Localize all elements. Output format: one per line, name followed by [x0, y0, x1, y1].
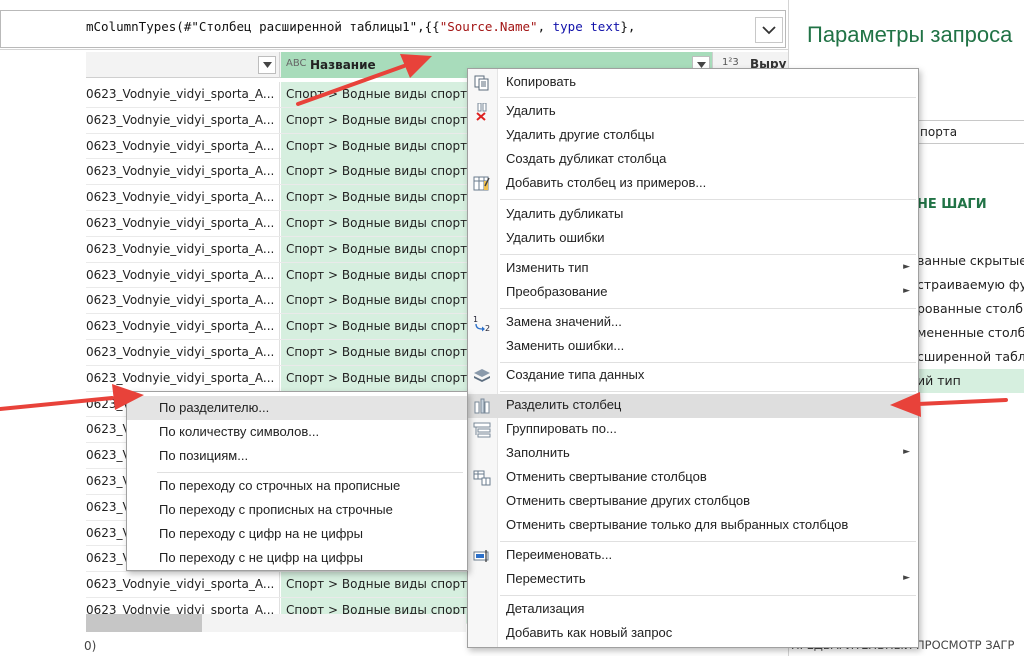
menu-separator	[157, 472, 463, 473]
menu-item-add-as-new-query[interactable]: Добавить как новый запрос	[468, 622, 918, 646]
menu-item-remove-duplicates[interactable]: Удалить дубликаты	[468, 203, 918, 227]
menu-item-copy[interactable]: Копировать	[468, 71, 918, 95]
menu-item-replace-values[interactable]: 12 Замена значений...	[468, 311, 918, 335]
menu-item-delete[interactable]: Удалить	[468, 100, 918, 124]
applied-steps-title: НЕ ШАГИ	[917, 197, 987, 212]
column-header-label: Название	[310, 58, 376, 72]
menu-item-transform[interactable]: Преобразование ►	[468, 281, 918, 305]
cell-source-name[interactable]: 0623_Vodnyie_vidyi_sporta_A...	[86, 572, 280, 598]
column-header-source-name[interactable]	[86, 52, 280, 78]
cell-source-name[interactable]: 0623_Vodnyie_vidyi_sporta_A...	[86, 82, 280, 107]
submenu-arrow-icon: ►	[903, 447, 910, 457]
applied-step-selected[interactable]: ий тип	[917, 369, 1024, 393]
submenu-item-non-digit-to-digit[interactable]: По переходу с не цифр на цифры	[127, 546, 467, 570]
menu-item-create-data-type[interactable]: Создание типа данных	[468, 364, 918, 388]
applied-step[interactable]: сширенной табл	[917, 345, 1024, 369]
menu-item-change-type[interactable]: Изменить тип ►	[468, 257, 918, 281]
cell-source-name[interactable]: 0623_Vodnyie_vidyi_sporta_A...	[86, 236, 280, 262]
menu-item-column-from-examples[interactable]: Добавить столбец из примеров...	[468, 172, 918, 196]
menu-item-fill[interactable]: Заполнить ►	[468, 442, 918, 466]
submenu-item-lower-to-upper[interactable]: По переходу со строчных на прописные	[127, 474, 467, 498]
number-type-icon[interactable]: 1²3	[722, 57, 739, 68]
data-type-icon	[472, 367, 492, 385]
unpivot-icon	[472, 469, 492, 487]
formula-text[interactable]: mColumnTypes(#"Столбец расширенной табли…	[86, 19, 635, 34]
svg-text:2: 2	[485, 324, 490, 332]
svg-text:1: 1	[473, 315, 478, 324]
cell-source-name[interactable]: 0623_Vodnyie_vidyi_sporta_A...	[86, 210, 280, 236]
menu-separator	[500, 541, 916, 542]
chevron-down-icon	[762, 26, 776, 35]
cell-source-name[interactable]: 0623_Vodnyie_vidyi_sporta_A...	[86, 339, 280, 365]
menu-item-remove-other-columns[interactable]: Удалить другие столбцы	[468, 124, 918, 148]
menu-item-unpivot-only-selected[interactable]: Отменить свертывание только для выбранны…	[468, 514, 918, 538]
menu-item-unpivot-other-columns[interactable]: Отменить свертывание других столбцов	[468, 490, 918, 514]
menu-item-split-column[interactable]: Разделить столбец	[468, 394, 918, 418]
menu-separator	[500, 199, 916, 200]
menu-separator	[500, 595, 916, 596]
submenu-item-by-positions[interactable]: По позициям...	[127, 444, 467, 468]
column-context-menu: Копировать Удалить Удалить другие столбц…	[467, 68, 919, 648]
menu-separator	[500, 391, 916, 392]
menu-item-group-by[interactable]: Группировать по...	[468, 418, 918, 442]
applied-step[interactable]: ванные скрытые	[917, 249, 1024, 273]
status-text: 0)	[84, 639, 97, 653]
cell-source-name[interactable]: 0623_Vodnyie_vidyi_sporta_A...	[86, 288, 280, 314]
menu-item-remove-errors[interactable]: Удалить ошибки	[468, 227, 918, 251]
menu-separator	[500, 308, 916, 309]
applied-step[interactable]: мененные столбц	[917, 321, 1024, 345]
column-filter-button[interactable]	[258, 56, 276, 74]
menu-item-replace-errors[interactable]: Заменить ошибки...	[468, 335, 918, 359]
applied-step[interactable]: страиваемую фу	[917, 273, 1024, 297]
submenu-item-by-delimiter[interactable]: По разделителю...	[127, 396, 467, 420]
column-from-examples-icon	[472, 175, 492, 193]
pane-title: Параметры запроса	[807, 22, 1013, 47]
menu-item-unpivot-columns[interactable]: Отменить свертывание столбцов	[468, 466, 918, 490]
menu-item-duplicate-column[interactable]: Создать дубликат столбца	[468, 148, 918, 172]
text-type-icon[interactable]: ABC	[286, 58, 307, 69]
query-name-field[interactable]: порта	[917, 120, 1024, 144]
formula-bar: mColumnTypes(#"Столбец расширенной табли…	[0, 0, 788, 50]
submenu-item-by-number-of-characters[interactable]: По количеству символов...	[127, 420, 467, 444]
cell-source-name[interactable]: 0623_Vodnyie_vidyi_sporta_A...	[86, 365, 280, 391]
cell-source-name[interactable]: 0623_Vodnyie_vidyi_sporta_A...	[86, 314, 280, 340]
menu-item-drill-down[interactable]: Детализация	[468, 598, 918, 622]
split-column-icon	[472, 397, 492, 415]
delete-column-icon	[472, 103, 492, 121]
replace-values-icon: 12	[472, 314, 492, 332]
submenu-arrow-icon: ►	[903, 573, 910, 583]
submenu-arrow-icon: ►	[903, 262, 910, 272]
menu-separator	[500, 254, 916, 255]
filter-dropdown-icon	[262, 62, 272, 68]
group-by-icon	[472, 421, 492, 439]
expand-formula-button[interactable]	[755, 17, 783, 43]
cell-source-name[interactable]: 0623_Vodnyie_vidyi_sporta_A...	[86, 185, 280, 211]
submenu-item-digit-to-non-digit[interactable]: По переходу с цифр на не цифры	[127, 522, 467, 546]
copy-icon	[472, 74, 492, 92]
cell-source-name[interactable]: 0623_Vodnyie_vidyi_sporta_A...	[86, 133, 280, 159]
rename-icon	[472, 547, 492, 565]
applied-step[interactable]: рованные столбц	[917, 297, 1024, 321]
menu-separator	[500, 97, 916, 98]
scrollbar-thumb[interactable]	[86, 614, 202, 632]
menu-item-move[interactable]: Переместить ►	[468, 568, 918, 592]
menu-separator	[500, 362, 916, 363]
submenu-arrow-icon: ►	[903, 286, 910, 296]
cell-source-name[interactable]: 0623_Vodnyie_vidyi_sporta_A...	[86, 107, 280, 133]
menu-item-rename[interactable]: Переименовать...	[468, 544, 918, 568]
split-column-submenu: По разделителю... По количеству символов…	[126, 391, 468, 571]
cell-source-name[interactable]: 0623_Vodnyie_vidyi_sporta_A...	[86, 159, 280, 185]
cell-source-name[interactable]: 0623_Vodnyie_vidyi_sporta_A...	[86, 262, 280, 288]
submenu-item-upper-to-lower[interactable]: По переходу с прописных на строчные	[127, 498, 467, 522]
